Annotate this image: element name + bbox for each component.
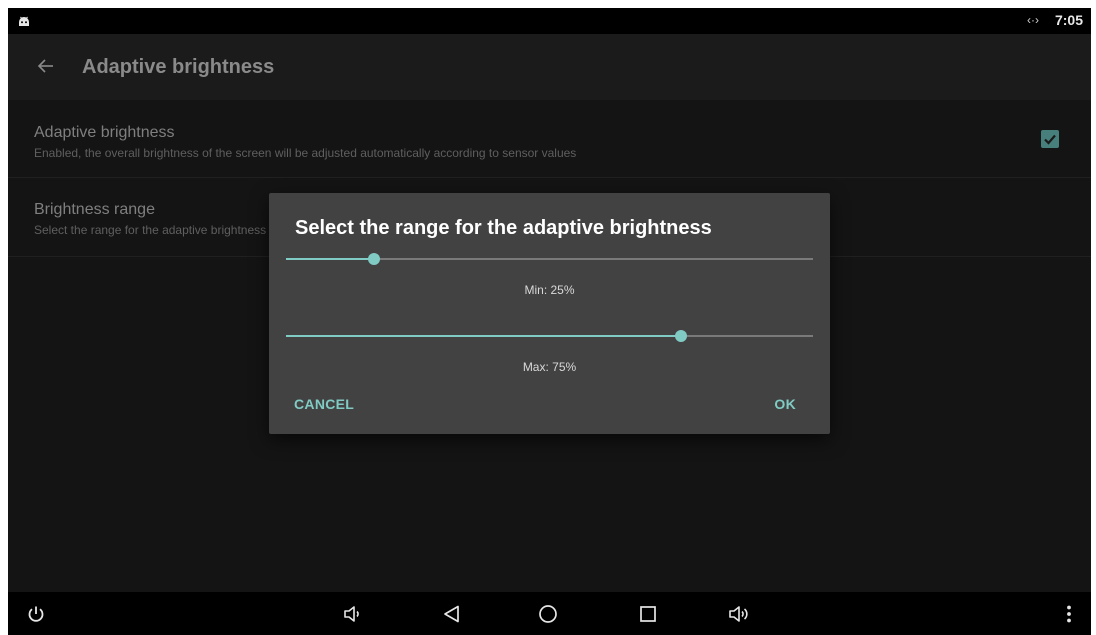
- slider-thumb[interactable]: [675, 330, 688, 342]
- nav-back-icon[interactable]: [442, 604, 462, 629]
- adaptive-brightness-checkbox[interactable]: [1041, 130, 1059, 148]
- max-brightness-slider[interactable]: [286, 328, 813, 344]
- volume-up-icon[interactable]: [728, 604, 752, 629]
- min-value-label: Min: 25%: [524, 283, 575, 297]
- nav-recents-icon[interactable]: [638, 604, 658, 629]
- ok-button[interactable]: OK: [774, 396, 796, 412]
- check-icon: [1044, 134, 1056, 145]
- page-title: Adaptive brightness: [82, 56, 275, 78]
- device-screen: ‹·› 7:05 Adaptive brightness Adaptive br…: [8, 8, 1091, 635]
- slider-fill: [286, 335, 682, 337]
- pref-title: Brightness range: [34, 201, 155, 218]
- slider-thumb[interactable]: [367, 253, 380, 265]
- status-bar: ‹·› 7:05: [8, 8, 1091, 34]
- cancel-button[interactable]: CANCEL: [294, 396, 354, 412]
- pref-title: Adaptive brightness: [34, 124, 175, 141]
- network-icon: ‹·›: [1027, 13, 1039, 27]
- dialog-title: Select the range for the adaptive bright…: [295, 217, 712, 239]
- volume-down-icon[interactable]: [343, 604, 363, 629]
- power-icon[interactable]: [26, 604, 46, 629]
- back-arrow-icon[interactable]: [36, 56, 56, 81]
- navigation-bar: [8, 592, 1091, 635]
- pref-adaptive-brightness[interactable]: Adaptive brightness Enabled, the overall…: [8, 100, 1091, 178]
- android-icon: [18, 14, 30, 32]
- max-value-label: Max: 75%: [522, 360, 577, 374]
- more-vert-icon[interactable]: [1065, 604, 1073, 629]
- status-clock: 7:05: [1054, 12, 1083, 28]
- pref-summary: Enabled, the overall brightness of the s…: [34, 146, 577, 160]
- pref-summary: Select the range for the adaptive bright…: [34, 223, 267, 237]
- slider-fill: [286, 258, 374, 260]
- nav-home-icon[interactable]: [538, 604, 558, 629]
- brightness-range-dialog: Select the range for the adaptive bright…: [269, 193, 830, 434]
- min-brightness-slider[interactable]: [286, 251, 813, 267]
- app-bar: Adaptive brightness: [8, 34, 1091, 100]
